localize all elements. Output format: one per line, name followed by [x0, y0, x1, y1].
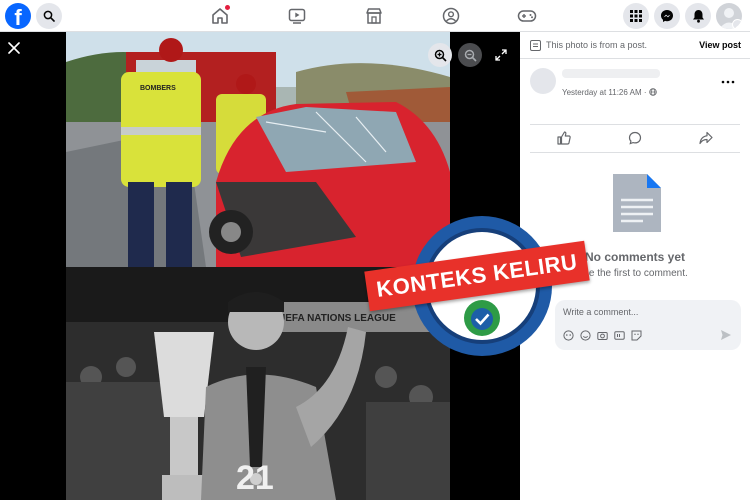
post-timestamp-row: Yesterday at 11:26 AM · [562, 82, 657, 100]
post-timestamp[interactable]: Yesterday at 11:26 AM · [562, 88, 649, 97]
post-notice-text: This photo is from a post. [546, 40, 648, 50]
crash-scene-image: BOMBERS [66, 32, 450, 267]
chevron-down-icon [735, 27, 740, 29]
more-options-icon [721, 80, 735, 84]
author-name-redacted[interactable] [562, 69, 660, 78]
nations-league-banner-text: UEFA NATIONS LEAGUE [278, 313, 396, 324]
author-avatar[interactable] [530, 68, 556, 94]
account-button[interactable] [716, 3, 742, 29]
nav-home[interactable] [209, 5, 231, 27]
emoji-icon[interactable] [580, 330, 591, 341]
zoom-out-button[interactable] [458, 43, 482, 67]
logo-letter: f [14, 5, 22, 29]
document-icon [613, 174, 661, 232]
fullscreen-button[interactable] [489, 43, 513, 67]
avatar-sticker-icon[interactable] [563, 330, 574, 341]
fullscreen-icon [495, 49, 507, 61]
menu-grid-icon [630, 10, 642, 22]
close-icon [8, 42, 20, 54]
like-button[interactable] [557, 131, 571, 150]
zoom-in-icon [434, 49, 447, 62]
messenger-button[interactable] [654, 3, 680, 29]
like-icon [557, 131, 571, 145]
messenger-icon [661, 10, 673, 22]
facebook-logo[interactable]: f [5, 3, 31, 29]
divider [530, 124, 740, 125]
zoom-out-icon [464, 49, 477, 62]
nav-video[interactable] [286, 5, 308, 27]
composer-tools [563, 330, 642, 341]
no-comments-illustration [613, 174, 661, 237]
post-options-button[interactable] [720, 74, 736, 84]
nav-gaming[interactable] [516, 5, 538, 27]
search-button[interactable] [36, 3, 62, 29]
menu-button[interactable] [623, 3, 649, 29]
sticker-icon[interactable] [631, 330, 642, 341]
camera-icon[interactable] [597, 330, 608, 341]
home-notification-dot [225, 5, 230, 10]
photo-notice-icon [530, 40, 541, 51]
top-navigation-bar: f [0, 0, 750, 32]
share-icon [699, 131, 713, 145]
view-post-link[interactable]: View post [699, 40, 741, 50]
groups-icon [442, 7, 460, 25]
zoom-in-button[interactable] [428, 43, 452, 67]
send-icon[interactable] [720, 329, 732, 341]
firefighter-vest-text: BOMBERS [140, 85, 176, 92]
nav-marketplace[interactable] [363, 5, 385, 27]
photo-crash-scene: BOMBERS [66, 32, 450, 267]
nav-groups[interactable] [440, 5, 462, 27]
account-chevron-badge [732, 19, 742, 29]
comment-icon [628, 131, 642, 145]
comment-input[interactable]: Write a comment... [563, 307, 638, 317]
close-viewer-button[interactable] [2, 36, 26, 60]
stamp-emblem [464, 300, 500, 336]
share-button[interactable] [699, 131, 713, 150]
notifications-button[interactable] [685, 3, 711, 29]
notifications-icon [692, 10, 704, 23]
post-photo[interactable]: BOMBERS UEFA NATIONS LEAGUE 21 [66, 32, 450, 500]
gaming-icon [517, 10, 537, 22]
divider [520, 58, 750, 59]
marketplace-icon [366, 8, 382, 24]
globe-icon [648, 88, 657, 96]
comment-button[interactable] [628, 131, 642, 150]
player-shirt-number: 21 [236, 459, 274, 497]
tick-shield-icon [471, 308, 493, 330]
video-icon [288, 8, 306, 24]
comment-composer[interactable]: Write a comment... [555, 300, 741, 350]
post-notice-row: This photo is from a post. View post [530, 39, 744, 53]
gif-icon[interactable] [614, 330, 625, 341]
divider [530, 152, 740, 153]
search-icon [43, 10, 55, 22]
